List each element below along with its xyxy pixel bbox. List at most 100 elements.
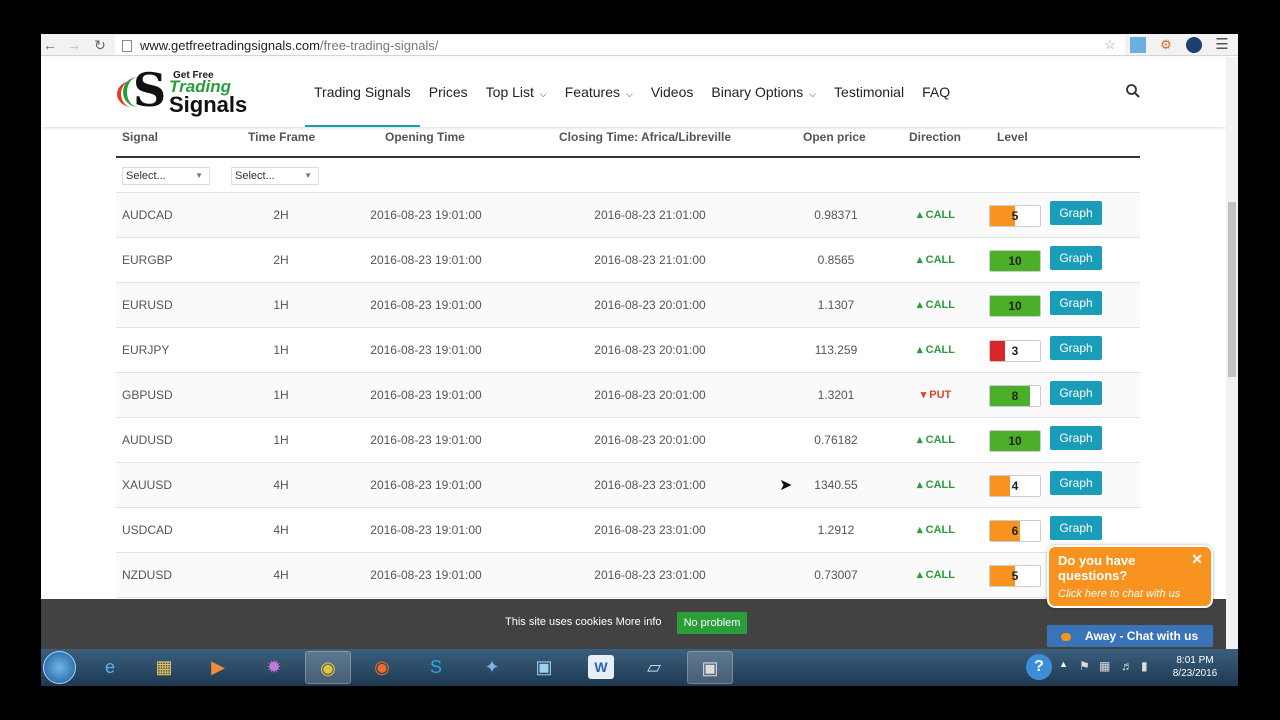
chat-bubble-icon — [1061, 632, 1071, 641]
timeframe-filter-value: Select... — [235, 170, 275, 182]
graph-button[interactable]: Graph — [1050, 426, 1102, 450]
direction-label: CALL — [925, 209, 955, 221]
header-level: Level — [997, 130, 1028, 144]
table-row: EURUSD 1H 2016-08-23 19:01:00 2016-08-23 20… — [116, 283, 1140, 328]
chat-invite-bubble[interactable]: Do you have questions? Click here to cha… — [1047, 545, 1213, 608]
closing-time-cell: 2016-08-23 23:01:00 — [594, 568, 706, 582]
page-scrollbar[interactable] — [1226, 57, 1238, 649]
closing-time-cell: 2016-08-23 20:01:00 — [594, 388, 706, 402]
direction-label: PUT — [929, 389, 952, 401]
direction-label: CALL — [925, 524, 955, 536]
word-icon[interactable]: W — [588, 655, 614, 679]
browser-toolbar: ← → ↻ www.getfreetradingsignals.com/free… — [41, 34, 1238, 56]
nav-item[interactable]: Videos — [642, 57, 703, 127]
forward-icon[interactable]: → — [65, 36, 83, 54]
extension-icon[interactable] — [1130, 37, 1146, 53]
closing-time-cell: 2016-08-23 23:01:00 — [594, 523, 706, 537]
site-header: S Get Free Trading Signals Trading Signa… — [41, 57, 1226, 127]
scroll-thumb[interactable] — [1228, 202, 1236, 377]
signal-filter-select[interactable]: Select... ▼ — [122, 167, 210, 185]
timeframe-cell: 4H — [273, 568, 289, 582]
signal-cell: EURUSD — [122, 298, 173, 312]
media-player-icon[interactable]: ▶ — [195, 651, 241, 684]
chat-bar-label: Away - Chat with us — [1085, 629, 1199, 643]
table-row: EURJPY 1H 2016-08-23 19:01:00 2016-08-23 20… — [116, 328, 1140, 373]
open-price-cell: 0.73007 — [814, 568, 858, 582]
folder-icon[interactable]: ▦ — [141, 651, 187, 684]
chevron-down-icon: ▼ — [304, 171, 312, 180]
direction-label: CALL — [925, 254, 955, 266]
app-icon[interactable]: ▱ — [631, 651, 677, 684]
graph-button[interactable]: Graph — [1050, 246, 1102, 270]
timeframe-filter-select[interactable]: Select... ▼ — [231, 167, 319, 185]
direction-label: CALL — [925, 569, 955, 581]
graph-button[interactable]: Graph — [1050, 336, 1102, 360]
url-domain: www.getfreetradingsignals.com — [140, 38, 320, 53]
timeframe-cell: 4H — [273, 523, 289, 537]
extension-icon[interactable]: ⚙ — [1158, 37, 1174, 53]
direction-label: CALL — [925, 344, 955, 356]
nav-item[interactable]: Top List ⌵ — [477, 57, 556, 127]
table-row: NZDUSD 4H 2016-08-23 19:01:00 2016-08-23 23… — [116, 553, 1140, 598]
cookie-accept-button[interactable]: No problem — [677, 612, 747, 634]
nav-item[interactable]: Features ⌵ — [556, 57, 642, 127]
app-icon[interactable]: ▣ — [521, 651, 567, 684]
network-icon[interactable]: ▦ — [1099, 659, 1110, 673]
graph-button[interactable]: Graph — [1050, 291, 1102, 315]
app-icon[interactable]: ✦ — [469, 651, 515, 684]
signal-cell: GBPUSD — [122, 388, 173, 402]
nav-item[interactable]: Trading Signals — [305, 57, 420, 127]
nav-item-label: Videos — [650, 84, 694, 100]
direction-cell: ▴ CALL — [906, 508, 966, 553]
close-icon[interactable]: ✕ — [1191, 551, 1203, 568]
graph-button[interactable]: Graph — [1050, 381, 1102, 405]
flag-icon[interactable]: ⚑ — [1079, 659, 1090, 673]
help-icon[interactable]: ? — [1026, 654, 1052, 680]
chat-bar[interactable]: Away - Chat with us — [1047, 625, 1213, 647]
graph-button[interactable]: Graph — [1050, 471, 1102, 495]
opening-time-cell: 2016-08-23 19:01:00 — [370, 208, 482, 222]
bookmark-star-icon[interactable]: ☆ — [1102, 37, 1118, 53]
skype-icon[interactable]: S — [413, 651, 459, 684]
graph-button[interactable]: Graph — [1050, 516, 1102, 540]
start-button[interactable] — [43, 651, 76, 684]
nav-item[interactable]: Prices — [420, 57, 477, 127]
chrome-icon[interactable]: ◉ — [305, 651, 351, 684]
level-meter: 5 — [989, 205, 1041, 227]
extension-icon[interactable] — [1186, 37, 1202, 53]
signals-table: Signal Time Frame Opening Time Closing T… — [116, 127, 1140, 598]
chevron-down-icon: ⌵ — [626, 89, 633, 99]
firefox-icon[interactable]: ◉ — [359, 651, 405, 684]
graph-button[interactable]: Graph — [1050, 201, 1102, 225]
search-icon[interactable] — [1125, 83, 1141, 99]
nav-item[interactable]: Binary Options ⌵ — [702, 57, 825, 127]
volume-icon[interactable]: ♬ — [1121, 659, 1133, 673]
nav-item[interactable]: FAQ — [913, 57, 959, 127]
reload-icon[interactable]: ↻ — [91, 36, 109, 54]
nav-item[interactable]: Testimonial — [825, 57, 913, 127]
arrow-up-icon: ▴ — [917, 344, 926, 356]
site-logo[interactable]: S Get Free Trading Signals — [115, 63, 248, 117]
menu-icon[interactable]: ☰ — [1214, 37, 1230, 53]
timeframe-cell: 4H — [273, 478, 289, 492]
opening-time-cell: 2016-08-23 19:01:00 — [370, 343, 482, 357]
ie-icon[interactable]: e — [87, 651, 133, 684]
open-price-cell: 1.2912 — [817, 523, 855, 537]
back-icon[interactable]: ← — [41, 36, 59, 54]
signal-icon[interactable]: ▮ — [1141, 659, 1148, 673]
address-bar[interactable]: www.getfreetradingsignals.com/free-tradi… — [115, 35, 1125, 55]
signal-cell: XAUUSD — [122, 478, 173, 492]
level-meter: 5 — [989, 565, 1041, 587]
app-icon[interactable]: ✹ — [251, 651, 297, 684]
signal-cell: AUDCAD — [122, 208, 173, 222]
open-price-cell: 1.3201 — [817, 388, 855, 402]
opening-time-cell: 2016-08-23 19:01:00 — [370, 298, 482, 312]
table-row: AUDUSD 1H 2016-08-23 19:01:00 2016-08-23 20… — [116, 418, 1140, 463]
closing-time-cell: 2016-08-23 20:01:00 — [594, 433, 706, 447]
tray-expand-icon[interactable]: ▲ — [1059, 659, 1068, 669]
recorder-icon[interactable]: ▣ — [687, 651, 733, 684]
level-value: 10 — [1008, 434, 1022, 448]
logo-signals: Signals — [169, 92, 248, 117]
clock[interactable]: 8:01 PM 8/23/2016 — [1165, 654, 1225, 680]
header-opening-time: Opening Time — [385, 130, 465, 144]
